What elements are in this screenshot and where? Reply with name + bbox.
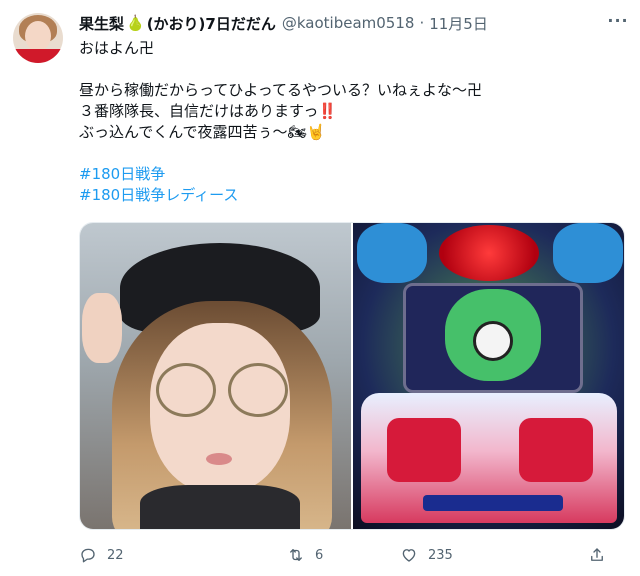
text-line: 昼から稼働だからってひよってるやついる？いねぇよな〜卍 xyxy=(79,81,483,99)
tweet-date[interactable]: 11月5日 xyxy=(429,13,488,34)
blue-light-left xyxy=(357,223,427,283)
hand-shape xyxy=(82,293,122,363)
photo-selfie[interactable] xyxy=(80,223,351,529)
share-button[interactable] xyxy=(588,546,618,564)
text-line: ぶっ込んでくんで夜露四苦ぅ〜🏍🤘 xyxy=(79,122,619,143)
lips-shape xyxy=(206,453,232,465)
pear-icon: 🍐 xyxy=(126,14,145,32)
tweet-text: おはよん卍 昼から稼働だからってひよってるやついる？いねぇよな〜卍 ３番隊隊長、… xyxy=(79,38,619,206)
display-name[interactable]: 果生梨 xyxy=(79,13,124,34)
user-handle[interactable]: @kaotibeam0518 xyxy=(282,14,415,32)
shirt-shape xyxy=(140,485,300,529)
like-button[interactable]: 235 xyxy=(400,546,540,564)
more-options-button[interactable]: ··· xyxy=(606,12,630,32)
character-badge xyxy=(473,321,513,361)
logo-banner xyxy=(423,495,563,511)
share-icon xyxy=(591,548,603,561)
reply-count: 22 xyxy=(107,547,124,563)
glasses-left xyxy=(156,363,216,417)
text-segment: ３番隊隊長、自信だけはありますっ xyxy=(79,102,319,120)
retweet-count: 6 xyxy=(315,547,324,563)
separator-dot: · xyxy=(419,14,425,32)
hashtag-link[interactable]: #180日戦争レディース xyxy=(79,185,619,206)
text-segment: ぶっ込んでくんで夜露四苦ぅ〜 xyxy=(79,123,288,141)
sign-of-horns-icon: 🤘 xyxy=(306,123,326,141)
reply-icon xyxy=(81,548,95,563)
okinawa-kanji-2 xyxy=(519,418,593,482)
double-exclamation-icon: ‼️ xyxy=(318,102,338,120)
like-count: 235 xyxy=(428,547,453,563)
hashtag-link[interactable]: #180日戦争 xyxy=(79,164,619,185)
text-line: おはよん卍 xyxy=(79,39,155,57)
glasses-right xyxy=(228,363,288,417)
media-grid xyxy=(79,222,625,530)
display-name-suffix[interactable]: (かおり)7日だだん xyxy=(147,13,276,34)
tweet-header: 果生梨 🍐 (かおり)7日だだん @kaotibeam0518 · 11月5日 xyxy=(79,12,488,34)
retweet-icon xyxy=(290,549,302,561)
avatar-shirt xyxy=(13,49,63,63)
tweet-actions: 22 6 235 xyxy=(79,542,639,568)
reply-button[interactable]: 22 xyxy=(79,546,257,564)
motorcycle-icon: 🏍 xyxy=(287,123,307,141)
okinawa-kanji-1 xyxy=(387,418,461,482)
photo-pachinko[interactable] xyxy=(353,223,624,529)
red-light-top xyxy=(439,225,539,281)
blue-light-right xyxy=(553,223,623,283)
avatar-face xyxy=(25,21,51,51)
tweet: 果生梨 🍐 (かおり)7日だだん @kaotibeam0518 · 11月5日 … xyxy=(0,0,640,576)
avatar[interactable] xyxy=(13,13,63,63)
heart-icon xyxy=(402,549,416,562)
retweet-button[interactable]: 6 xyxy=(287,546,397,564)
text-line: ３番隊隊長、自信だけはありますっ‼️ xyxy=(79,101,619,122)
